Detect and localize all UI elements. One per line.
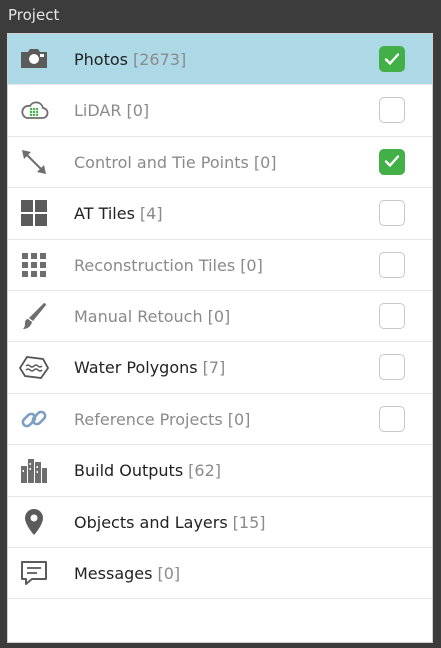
list-item-reconstruction-tiles[interactable]: Reconstruction Tiles [0] xyxy=(8,240,432,291)
item-label: Reference Projects [0] xyxy=(74,409,251,429)
item-label: Messages [0] xyxy=(74,563,181,583)
cloud-points-icon xyxy=(18,94,50,126)
list-item-messages[interactable]: Messages [0] xyxy=(8,548,432,600)
map-pin-icon xyxy=(18,506,50,538)
visibility-checkbox[interactable] xyxy=(379,200,405,227)
visibility-checkbox[interactable] xyxy=(379,148,405,175)
list-item-control-tie-points[interactable]: Control and Tie Points [0] xyxy=(8,137,432,189)
camera-icon xyxy=(18,43,50,75)
four-squares-icon xyxy=(18,197,50,229)
dot-grid-icon xyxy=(18,249,50,281)
list-item-build-outputs[interactable]: Build Outputs [62] xyxy=(8,445,432,497)
message-bubble-icon xyxy=(18,557,50,589)
visibility-checkbox[interactable] xyxy=(379,405,405,432)
link-icon xyxy=(18,403,50,435)
item-label: Build Outputs [62] xyxy=(74,461,222,481)
double-arrow-icon xyxy=(18,146,50,178)
item-label: Manual Retouch [0] xyxy=(74,306,231,326)
visibility-checkbox[interactable] xyxy=(379,354,405,381)
list-item-water-polygons[interactable]: Water Polygons [7] xyxy=(8,342,432,394)
item-label: Reconstruction Tiles [0] xyxy=(74,255,263,275)
visibility-checkbox[interactable] xyxy=(379,46,405,72)
item-label: Photos [2673] xyxy=(74,50,187,69)
list-item-objects-layers[interactable]: Objects and Layers [15] xyxy=(8,497,432,548)
list-item-photos[interactable]: Photos [2673] xyxy=(8,34,432,86)
visibility-checkbox[interactable] xyxy=(379,251,405,278)
project-items-list: Photos [2673] LiDAR [0] Control and Tie Po… xyxy=(7,33,433,643)
item-label: LiDAR [0] xyxy=(74,101,150,121)
list-item-at-tiles[interactable]: AT Tiles [4] xyxy=(8,188,432,240)
brush-icon xyxy=(18,300,50,332)
item-label: Objects and Layers [15] xyxy=(74,512,266,532)
list-item-manual-retouch[interactable]: Manual Retouch [0] xyxy=(8,291,432,343)
visibility-checkbox[interactable] xyxy=(379,97,405,124)
water-polygon-icon xyxy=(18,351,50,383)
panel-title: Project xyxy=(8,6,60,24)
item-label: Water Polygons [7] xyxy=(74,358,226,378)
item-label: Control and Tie Points [0] xyxy=(74,152,277,172)
list-item-reference-projects[interactable]: Reference Projects [0] xyxy=(8,394,432,446)
list-item-lidar[interactable]: LiDAR [0] xyxy=(8,85,432,137)
project-panel: Project Photos [2673] LiDAR [0] Control an… xyxy=(0,0,441,648)
item-label: AT Tiles [4] xyxy=(74,204,163,224)
buildings-icon xyxy=(18,454,50,486)
visibility-checkbox[interactable] xyxy=(379,302,405,329)
